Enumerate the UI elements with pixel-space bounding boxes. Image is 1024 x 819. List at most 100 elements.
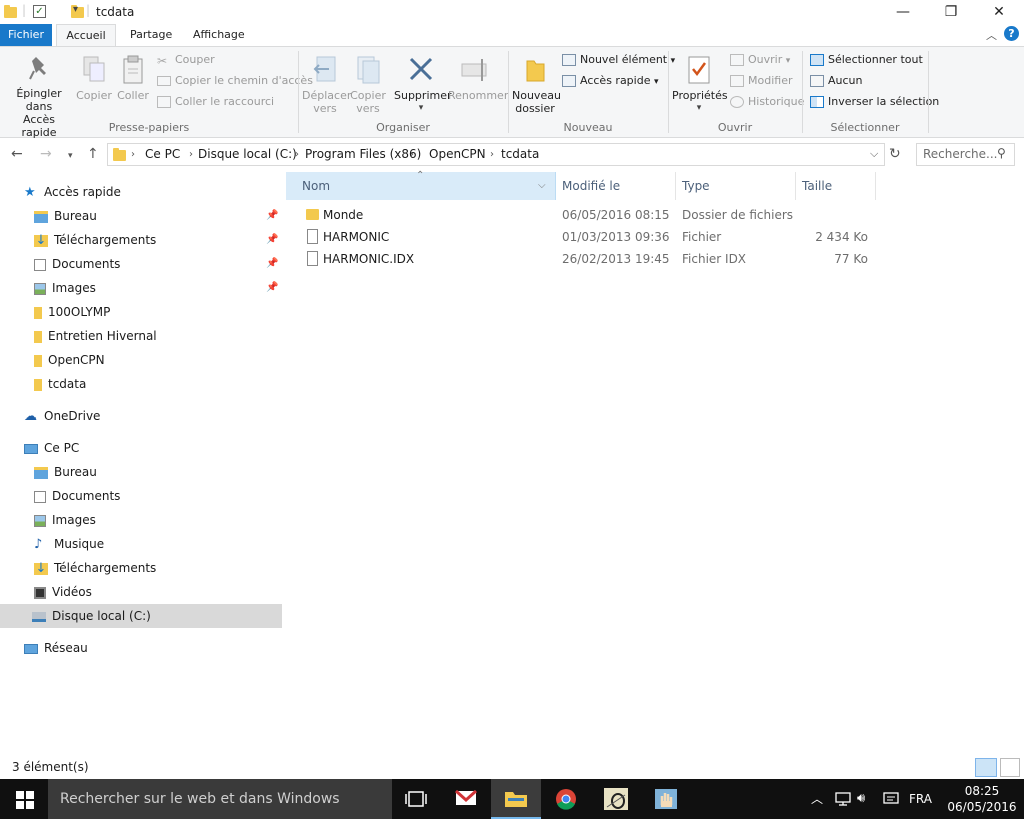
collapse-ribbon-icon[interactable]: ︿ <box>986 27 997 43</box>
nav-pc-videos[interactable]: Vidéos <box>0 580 282 604</box>
file-row[interactable]: HARMONIC 01/03/2013 09:36 Fichier 2 434 … <box>284 226 884 248</box>
copy-button[interactable]: Copier <box>76 55 112 102</box>
column-filter-dropdown-icon[interactable]: ⌵ <box>538 172 546 200</box>
nav-quick-entretien[interactable]: Entretien Hivernal <box>0 324 282 348</box>
breadcrumb-chevron-icon[interactable]: › <box>295 144 299 165</box>
column-header-name[interactable]: Nom ⌃ ⌵ <box>286 170 556 200</box>
rename-button[interactable]: Renommer <box>448 55 508 102</box>
column-header-size[interactable]: Taille <box>796 172 876 200</box>
file-row[interactable]: Monde 06/05/2016 08:15 Dossier de fichie… <box>284 204 884 226</box>
search-box[interactable]: Recherche... ⚲ <box>916 143 1015 166</box>
search-icon[interactable]: ⚲ <box>997 146 1006 160</box>
show-hidden-icons-icon[interactable]: ︿ <box>811 779 823 819</box>
nav-pc-local-disk[interactable]: Disque local (C:) <box>0 604 282 628</box>
tab-fichier[interactable]: Fichier <box>0 24 52 46</box>
taskbar-app-2[interactable] <box>641 779 691 819</box>
windows-start-icon[interactable] <box>16 791 34 809</box>
nav-pc-telechargements[interactable]: ↓ Téléchargements <box>0 556 282 580</box>
refresh-icon[interactable]: ↻ <box>889 146 901 162</box>
column-header-name-label: Nom <box>302 179 331 193</box>
taskbar-mail-app[interactable] <box>441 779 491 819</box>
clock[interactable]: 08:25 06/05/2016 <box>944 783 1020 815</box>
up-arrow-icon[interactable]: ↑ <box>87 146 99 162</box>
notifications-icon[interactable] <box>883 792 899 806</box>
delete-button[interactable]: Supprimer ▾ <box>394 55 452 115</box>
open-button[interactable]: Ouvrir ▾ <box>730 52 790 70</box>
paste-shortcut-button[interactable]: Coller le raccourci <box>157 94 274 112</box>
large-icons-view-icon[interactable] <box>1000 758 1020 777</box>
nav-quick-100olymp[interactable]: 100OLYMP <box>0 300 282 324</box>
column-header-type[interactable]: Type <box>676 172 796 200</box>
tab-affichage[interactable]: Affichage <box>183 24 255 46</box>
new-item-button[interactable]: Nouvel élément ▾ <box>562 52 675 70</box>
properties-checkbox-icon[interactable]: ✓ <box>33 5 46 18</box>
breadcrumb-chevron-icon[interactable]: › <box>490 144 494 165</box>
nav-quick-access-label: Accès rapide <box>44 185 121 199</box>
easy-access-button[interactable]: Accès rapide ▾ <box>562 73 659 91</box>
nav-pc-bureau[interactable]: Bureau <box>0 460 282 484</box>
move-to-button[interactable]: Déplacer vers <box>302 55 351 115</box>
nav-this-pc[interactable]: Ce PC <box>0 436 282 460</box>
minimize-button[interactable]: — <box>880 0 926 24</box>
recent-locations-icon[interactable]: ▾ <box>68 148 73 164</box>
nav-pc-images[interactable]: Images <box>0 508 282 532</box>
copy-path-button[interactable]: Copier le chemin d'accès <box>157 73 313 91</box>
task-view-icon[interactable] <box>405 790 427 808</box>
nav-quick-access[interactable]: ★ Accès rapide <box>0 180 282 204</box>
nav-quick-telechargements[interactable]: ↓ Téléchargements 📌 <box>0 228 282 252</box>
nav-quick-documents[interactable]: Documents 📌 <box>0 252 282 276</box>
taskbar-chrome[interactable] <box>541 779 591 819</box>
nav-quick-opencpn-label: OpenCPN <box>48 353 105 367</box>
select-all-button[interactable]: Sélectionner tout <box>810 52 923 70</box>
nav-network[interactable]: Réseau <box>0 636 282 660</box>
copy-to-button[interactable]: Copier vers <box>348 55 388 115</box>
paste-button[interactable]: Coller <box>116 55 150 102</box>
nav-quick-images[interactable]: Images 📌 <box>0 276 282 300</box>
breadcrumb-program-files[interactable]: Program Files (x86) <box>305 144 421 165</box>
nav-quick-opencpn[interactable]: OpenCPN <box>0 348 282 372</box>
address-dropdown-icon[interactable]: ⌵ <box>870 147 878 161</box>
delete-dropdown-icon[interactable]: ▾ <box>394 102 448 115</box>
new-folder-button[interactable]: Nouveau dossier <box>512 55 561 115</box>
taskbar-search-box[interactable]: Rechercher sur le web et dans Windows <box>48 779 392 819</box>
maximize-button[interactable]: ❐ <box>928 0 974 24</box>
nav-pc-musique[interactable]: ♪ Musique <box>0 532 282 556</box>
breadcrumb-disque-local[interactable]: Disque local (C:) <box>198 144 297 165</box>
pictures-icon <box>34 282 46 295</box>
nav-pc-documents[interactable]: Documents <box>0 484 282 508</box>
breadcrumb-ce-pc[interactable]: Ce PC <box>145 144 180 165</box>
close-button[interactable]: ✕ <box>976 0 1022 24</box>
column-header-modified[interactable]: Modifié le <box>556 172 676 200</box>
taskbar-app-1[interactable] <box>591 779 641 819</box>
breadcrumb-tcdata[interactable]: tcdata <box>501 144 539 165</box>
help-icon[interactable]: ? <box>1004 26 1019 41</box>
edit-button[interactable]: Modifier <box>730 73 792 91</box>
select-none-button[interactable]: Aucun <box>810 73 863 91</box>
properties-button[interactable]: Propriétés ▾ <box>672 55 728 115</box>
breadcrumb-opencpn[interactable]: OpenCPN <box>429 144 486 165</box>
tab-partage[interactable]: Partage <box>120 24 182 46</box>
nav-quick-bureau[interactable]: Bureau 📌 <box>0 204 282 228</box>
taskbar-file-explorer[interactable] <box>491 779 541 819</box>
properties-dropdown-icon[interactable]: ▾ <box>672 102 726 115</box>
details-view-icon[interactable] <box>975 758 997 777</box>
history-button[interactable]: Historique <box>730 94 804 112</box>
cut-button[interactable]: ✂ Couper <box>157 52 215 70</box>
pictures-icon <box>34 514 46 527</box>
nav-onedrive[interactable]: ☁ OneDrive <box>0 404 282 428</box>
address-field[interactable]: › Ce PC › Disque local (C:) › Program Fi… <box>107 143 885 166</box>
file-row[interactable]: HARMONIC.IDX 26/02/2013 19:45 Fichier ID… <box>284 248 884 270</box>
tab-accueil[interactable]: Accueil <box>56 24 116 47</box>
breadcrumb-chevron-icon[interactable]: › <box>189 144 193 165</box>
breadcrumb-chevron-icon[interactable]: › <box>410 144 414 165</box>
nav-quick-tcdata[interactable]: tcdata <box>0 372 282 396</box>
invert-selection-button[interactable]: Inverser la sélection <box>810 94 939 112</box>
easy-access-dropdown-icon: ▾ <box>653 77 659 87</box>
volume-icon[interactable]: 🔊︎ <box>857 779 865 819</box>
qat-dropdown-icon[interactable]: ▾ <box>73 4 78 15</box>
back-arrow-icon[interactable]: ← <box>11 146 23 162</box>
network-tray-icon[interactable] <box>835 792 851 806</box>
forward-arrow-icon[interactable]: → <box>40 146 52 162</box>
breadcrumb-chevron-icon[interactable]: › <box>131 144 135 165</box>
input-language[interactable]: FRA <box>909 779 932 819</box>
